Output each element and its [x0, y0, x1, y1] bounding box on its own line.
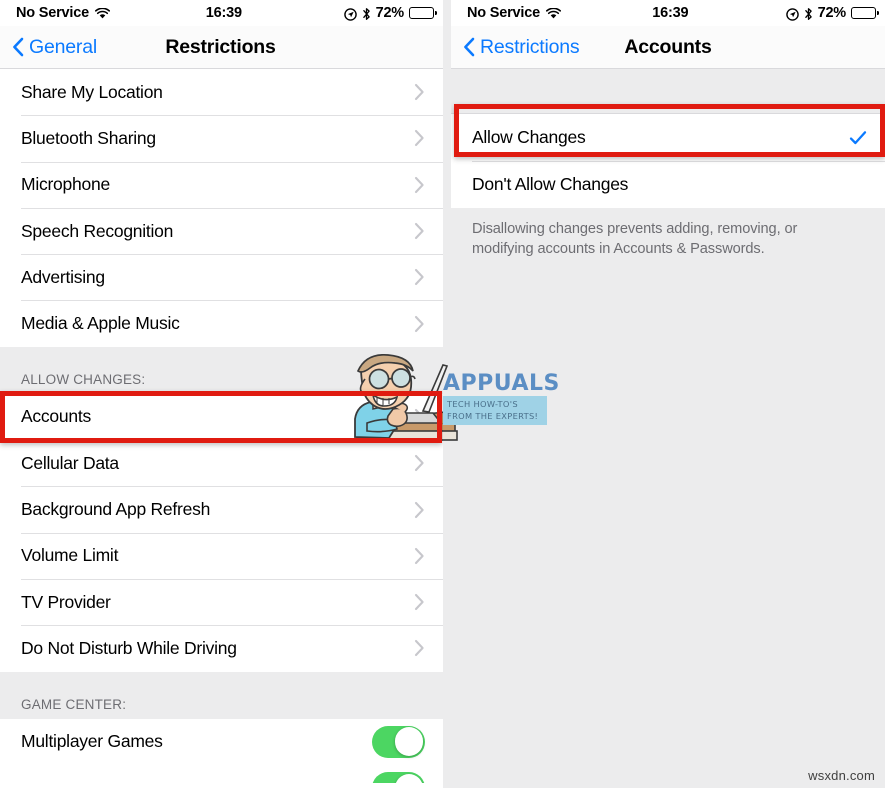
list-item[interactable]: Speech Recognition: [0, 207, 443, 255]
list-item-label: Microphone: [21, 174, 110, 195]
list-item-label: Accounts: [21, 406, 91, 427]
list-item[interactable]: Advertising: [0, 254, 443, 301]
status-bar-right-group: 72%: [343, 5, 437, 21]
chevron-right-icon: [414, 408, 425, 426]
chevron-right-icon: [414, 547, 425, 565]
battery-icon: [851, 7, 879, 19]
list-item-label: Bluetooth Sharing: [21, 127, 156, 148]
list-item-label: Advertising: [21, 266, 105, 287]
list-item-multiplayer-games[interactable]: Multiplayer Games: [0, 718, 443, 765]
chevron-right-icon: [414, 315, 425, 333]
bluetooth-icon: [362, 7, 371, 21]
nav-bar-right: Restrictions Accounts: [451, 26, 885, 69]
option-allow-changes[interactable]: Allow Changes: [451, 114, 885, 161]
battery-percent-label: 72%: [375, 5, 405, 21]
status-bar-left: No Service 16:39 72%: [0, 0, 443, 26]
chevron-right-icon: [414, 639, 425, 657]
checkmark-icon: [849, 129, 867, 147]
dual-screenshot-container: No Service 16:39 72% General Restriction…: [0, 0, 885, 788]
carrier-label: No Service: [16, 5, 89, 21]
chevron-right-icon: [414, 454, 425, 472]
section-header-allow-changes: ALLOW CHANGES:: [0, 346, 443, 394]
list-group-allow-changes: Accounts Cellular Data Background App Re…: [0, 393, 443, 672]
chevron-right-icon: [414, 222, 425, 240]
list-item[interactable]: Bluetooth Sharing: [0, 115, 443, 162]
toggle-knob: [394, 773, 424, 783]
status-bar-left-group: No Service: [16, 5, 111, 21]
chevron-left-icon: [12, 37, 24, 57]
list-item[interactable]: Do Not Disturb While Driving: [0, 625, 443, 672]
location-services-icon: [785, 7, 799, 21]
section-header-game-center: GAME CENTER:: [0, 671, 443, 719]
list-item-partial-clipped: [0, 764, 443, 783]
list-item[interactable]: Media & Apple Music: [0, 300, 443, 347]
chevron-right-icon: [414, 593, 425, 611]
chevron-right-icon: [414, 83, 425, 101]
option-label: Don't Allow Changes: [472, 174, 629, 194]
empty-area: [451, 259, 885, 788]
list-item-label: Share My Location: [21, 81, 163, 102]
option-label: Allow Changes: [472, 127, 586, 147]
wifi-icon: [545, 7, 562, 20]
chevron-right-icon: [414, 268, 425, 286]
chevron-right-icon: [414, 176, 425, 194]
list-item-label: TV Provider: [21, 591, 111, 612]
list-item[interactable]: [0, 764, 443, 783]
list-item-label: Multiplayer Games: [21, 731, 163, 752]
list-item[interactable]: TV Provider: [0, 578, 443, 626]
left-phone-screen: No Service 16:39 72% General Restriction…: [0, 0, 443, 788]
chevron-right-icon: [414, 501, 425, 519]
option-dont-allow-changes[interactable]: Don't Allow Changes: [451, 161, 885, 208]
back-button-label: General: [29, 35, 97, 58]
top-spacer: [451, 69, 885, 113]
list-item-label: Cellular Data: [21, 452, 119, 473]
battery-percent-label: 72%: [817, 5, 847, 21]
option-group-allow-changes: Allow Changes Don't Allow Changes: [451, 113, 885, 208]
back-button-general[interactable]: General: [0, 36, 97, 59]
back-button-label: Restrictions: [480, 35, 580, 58]
list-group-privacy: Share My Location Bluetooth Sharing Micr…: [0, 69, 443, 347]
chevron-right-icon: [414, 129, 425, 147]
status-bar-right: No Service 16:39 72%: [451, 0, 885, 26]
footer-description: Disallowing changes prevents adding, rem…: [451, 208, 885, 260]
list-item[interactable]: Share My Location: [0, 69, 443, 116]
screen-divider: [443, 0, 451, 788]
status-bar-left-group: No Service: [467, 5, 562, 21]
list-item-label: Do Not Disturb While Driving: [21, 637, 237, 658]
list-item[interactable]: Volume Limit: [0, 532, 443, 579]
list-item-label: Media & Apple Music: [21, 313, 180, 334]
list-item[interactable]: Microphone: [0, 161, 443, 208]
toggle-multiplayer-games[interactable]: [372, 725, 425, 758]
status-bar-right-group: 72%: [785, 5, 879, 21]
nav-bar-left: General Restrictions: [0, 26, 443, 69]
list-item[interactable]: Cellular Data: [0, 440, 443, 487]
location-services-icon: [343, 7, 357, 21]
wifi-icon: [94, 7, 111, 20]
source-credit: wsxdn.com: [808, 768, 875, 783]
clock: 16:39: [205, 5, 242, 21]
clock: 16:39: [652, 5, 689, 21]
back-button-restrictions[interactable]: Restrictions: [451, 35, 580, 59]
list-group-game-center: Multiplayer Games: [0, 718, 443, 783]
bluetooth-icon: [804, 7, 813, 21]
list-item-accounts[interactable]: Accounts: [0, 393, 443, 441]
toggle-adding-friends[interactable]: [372, 772, 425, 783]
chevron-left-icon: [463, 37, 475, 57]
list-item-label: Volume Limit: [21, 545, 119, 566]
carrier-label: No Service: [467, 5, 540, 21]
list-item[interactable]: Background App Refresh: [0, 486, 443, 533]
toggle-knob: [394, 727, 424, 756]
list-item-label: Background App Refresh: [21, 499, 211, 520]
right-phone-screen: No Service 16:39 72% Restrictions Accoun…: [451, 0, 885, 788]
battery-icon: [409, 7, 437, 19]
list-item-label: Speech Recognition: [21, 220, 174, 241]
